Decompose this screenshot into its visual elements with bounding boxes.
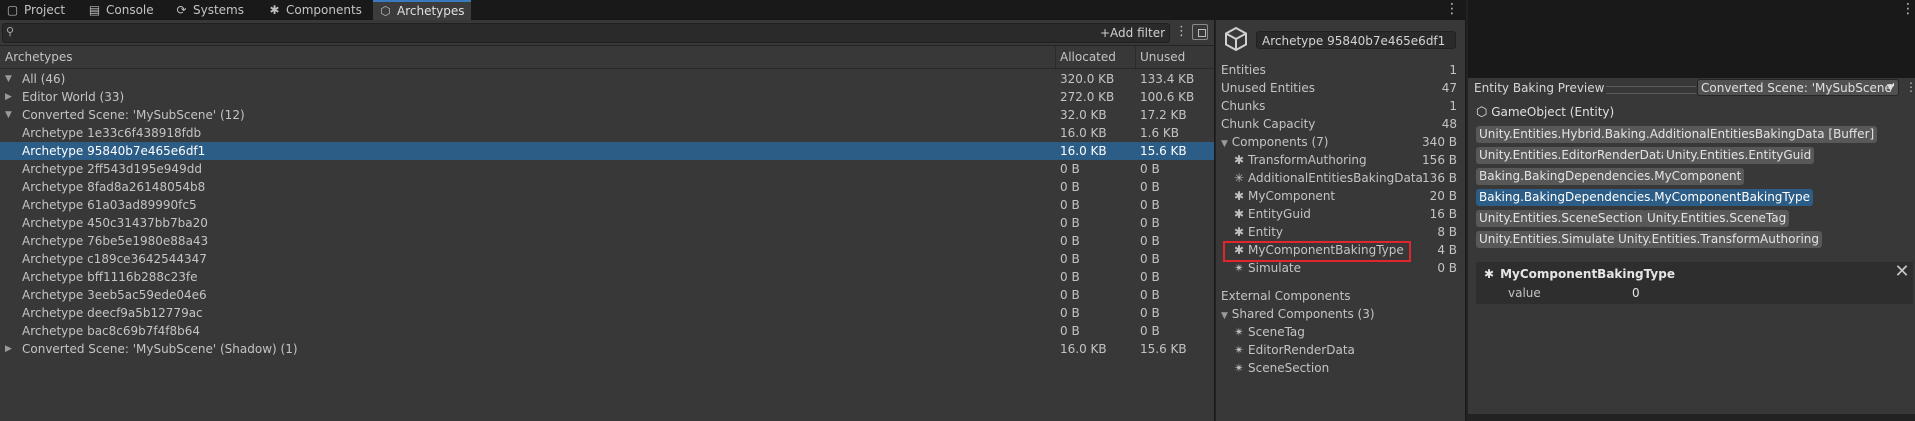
component-chip-selected[interactable]: Baking.BakingDependencies.MyComponentBak… [1476, 189, 1813, 206]
window-menu-icon[interactable]: ⋮ [1445, 0, 1459, 20]
tab-archetypes[interactable]: ⬡ Archetypes [373, 0, 471, 20]
component-icon: ✱ [1234, 153, 1245, 167]
tree-row-archetype[interactable]: Archetype 2ff543d195e949dd 0 B 0 B [0, 160, 1214, 178]
components-foldout[interactable]: ▼ Components (7) 340 B [1221, 133, 1457, 151]
component-item[interactable]: ✱ Entity 8 B [1234, 223, 1457, 241]
gameobject-icon: ⬡ [1476, 105, 1488, 120]
archetype-name-field[interactable]: Archetype 95840b7e465e6df1 [1256, 31, 1456, 49]
add-filter-button[interactable]: +Add filter [1100, 24, 1165, 42]
shared-component-icon: ✴ [1234, 343, 1245, 357]
expand-open-icon[interactable]: ▼ [1221, 139, 1228, 149]
column-divider[interactable] [1055, 46, 1056, 68]
shared-components-foldout[interactable]: ▼ Shared Components (3) [1221, 305, 1457, 323]
column-header-allocated[interactable]: Allocated [1060, 46, 1116, 68]
component-chip[interactable]: Unity.Entities.SceneSection [1476, 210, 1646, 227]
component-item[interactable]: ✱ MyComponent 20 B [1234, 187, 1457, 205]
column-header-unused[interactable]: Unused [1140, 46, 1185, 68]
expand-closed-icon[interactable]: ▶ [5, 88, 12, 106]
external-components-header: External Components [1221, 289, 1351, 303]
tree-row-archetype[interactable]: Archetype 1e33c6f438918fdb 16.0 KB 1.6 K… [0, 124, 1214, 142]
tree-row-editor-world[interactable]: ▶ Editor World (33) 272.0 KB 100.6 KB [0, 88, 1214, 106]
inspect-toggle-icon[interactable] [1192, 24, 1208, 40]
component-icon: ✱ [1484, 267, 1495, 281]
chevron-down-icon: ▼ [1887, 83, 1894, 93]
tree-row-archetype[interactable]: Archetype 3eeb5ac59ede04e6 0 B 0 B [0, 286, 1214, 304]
stat-unused-entities: Unused Entities 47 [1221, 81, 1457, 95]
expand-open-icon[interactable]: ▼ [1221, 311, 1228, 321]
tree-row-archetype[interactable]: Archetype c189ce3642544347 0 B 0 B [0, 250, 1214, 268]
column-divider[interactable] [1135, 46, 1136, 68]
field-value: 0 [1632, 286, 1640, 300]
component-chip[interactable]: Unity.Entities.EntityGuid [1663, 147, 1815, 164]
component-icon: ✱ [1234, 225, 1245, 239]
archetype-cube-icon [1225, 26, 1247, 52]
tree-row-converted-scene[interactable]: ▼ Converted Scene: 'MySubScene' (12) 32.… [0, 106, 1214, 124]
shared-component-item[interactable]: ✴ EditorRenderData [1234, 341, 1457, 359]
tree-header: Archetypes Allocated Unused [0, 46, 1214, 69]
search-icon: ⚲ [6, 25, 15, 38]
console-icon: ▤ [88, 2, 101, 17]
column-header-archetypes[interactable]: Archetypes [5, 46, 73, 68]
component-chip[interactable]: Unity.Entities.SceneTag [1644, 210, 1790, 227]
archetype-icon: ⬡ [380, 3, 391, 18]
gameobject-entity-label: ⬡ GameObject (Entity) [1476, 105, 1615, 120]
tree-row-archetype[interactable]: Archetype 8fad8a26148054b8 0 B 0 B [0, 178, 1214, 196]
component-chip[interactable]: Unity.Entities.EditorRenderData [1476, 147, 1672, 164]
component-chip[interactable]: Unity.Entities.Hybrid.Baking.AdditionalE… [1476, 126, 1878, 143]
tab-console[interactable]: ▤ Console [82, 0, 160, 20]
tab-systems[interactable]: ⟳ Systems [169, 0, 250, 20]
folder-icon: ▢ [6, 2, 19, 17]
search-input[interactable]: ⚲ [2, 23, 1170, 43]
tree-row-archetype[interactable]: Archetype 76be5e1980e88a43 0 B 0 B [0, 232, 1214, 250]
tree-row-archetype[interactable]: Archetype bff1116b288c23fe 0 B 0 B [0, 268, 1214, 286]
empty-panel-area [1468, 0, 1915, 80]
systems-icon: ⟳ [176, 2, 187, 17]
status-bar [1468, 414, 1915, 421]
component-item[interactable]: ✱ EntityGuid 16 B [1234, 205, 1457, 223]
component-chip[interactable]: Unity.Entities.Simulate [1476, 231, 1618, 248]
expand-open-icon[interactable]: ▼ [5, 70, 12, 88]
component-inspector-title: ✱ MyComponentBakingType [1484, 267, 1675, 281]
shared-component-item[interactable]: ✴ SceneTag [1234, 323, 1457, 341]
stat-entities: Entities 1 [1221, 63, 1457, 77]
close-icon[interactable]: ✕ [1893, 262, 1911, 282]
tree-row-archetype-selected[interactable]: Archetype 95840b7e465e6df1 16.0 KB 15.6 … [0, 142, 1214, 160]
tree-row-archetype[interactable]: Archetype 450c31437bb7ba20 0 B 0 B [0, 214, 1214, 232]
tree-row-archetype[interactable]: Archetype bac8c69b7f4f8b64 0 B 0 B [0, 322, 1214, 340]
field-label: value [1508, 286, 1541, 300]
tab-project[interactable]: ▢ Project [0, 0, 71, 20]
shared-component-icon: ✴ [1234, 325, 1245, 339]
stat-chunk-capacity: Chunk Capacity 48 [1221, 117, 1457, 131]
puzzle-icon: ✱ [269, 2, 280, 17]
component-icon: ✱ [1234, 189, 1245, 203]
tree-row-all[interactable]: ▼ All (46) 320.0 KB 133.4 KB [0, 70, 1214, 88]
tree-row-archetype[interactable]: Archetype 61a03ad89990fc5 0 B 0 B [0, 196, 1214, 214]
component-chip[interactable]: Baking.BakingDependencies.MyComponent [1476, 168, 1745, 185]
shared-component-icon: ✴ [1234, 361, 1245, 375]
tab-bar: ▢ Project ▤ Console ⟳ Systems ✱ Components ⬡… [0, 0, 1466, 20]
component-icon: ✱ [1234, 207, 1245, 221]
buffer-component-icon: ✳ [1234, 171, 1245, 185]
toolbar-menu-icon[interactable]: ⋮ [1175, 22, 1188, 42]
highlight-box [1223, 241, 1411, 262]
window-menu-icon[interactable]: ⋮ [1901, 0, 1915, 20]
scene-dropdown[interactable]: Converted Scene: 'MySubScene' ▼ [1697, 79, 1899, 96]
drag-handle[interactable] [1606, 86, 1696, 94]
panel-menu-icon[interactable]: ⋮ [1905, 79, 1915, 95]
component-chip[interactable]: Unity.Entities.TransformAuthoring [1615, 231, 1822, 248]
tab-components[interactable]: ✱ Components [262, 0, 368, 20]
baking-preview-title: Entity Baking Preview [1474, 81, 1605, 95]
expand-closed-icon[interactable]: ▶ [5, 340, 12, 358]
component-item[interactable]: ✱ TransformAuthoring 156 B [1234, 151, 1457, 169]
component-item[interactable]: ✳ AdditionalEntitiesBakingData 136 B [1234, 169, 1457, 187]
shared-component-item[interactable]: ✴ SceneSection [1234, 359, 1457, 377]
stat-chunks: Chunks 1 [1221, 99, 1457, 113]
tree-row-converted-scene-shadow[interactable]: ▶ Converted Scene: 'MySubScene' (Shadow)… [0, 340, 1214, 358]
expand-open-icon[interactable]: ▼ [5, 106, 12, 124]
tree-row-archetype[interactable]: Archetype deecf9a5b12779ac 0 B 0 B [0, 304, 1214, 322]
